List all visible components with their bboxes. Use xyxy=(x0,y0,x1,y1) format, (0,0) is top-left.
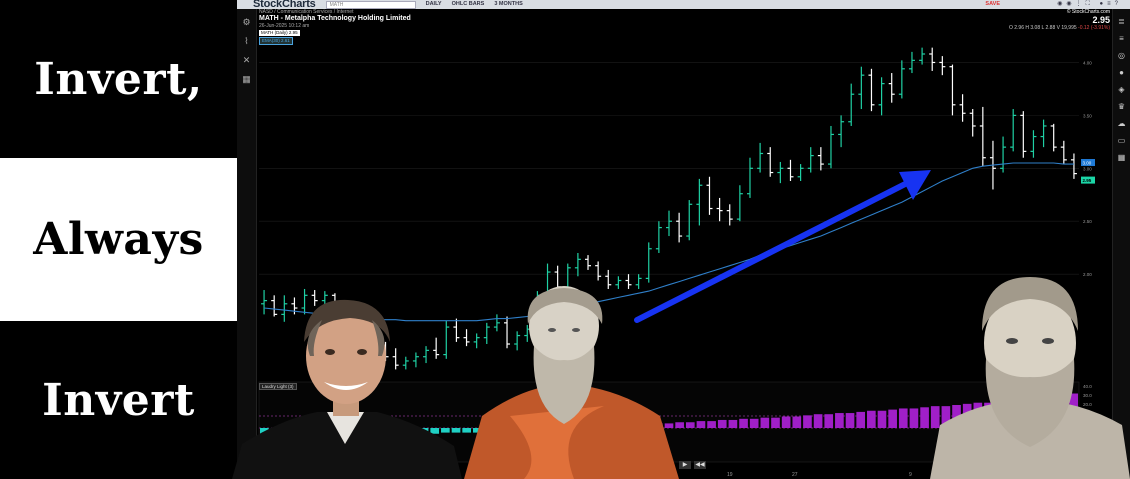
histogram-bar xyxy=(717,419,727,428)
ohlc-bar xyxy=(655,221,662,253)
ohlc-bar xyxy=(838,115,845,148)
ohlc-bar xyxy=(716,197,723,222)
price-badge-ema-label: 3.00 xyxy=(1083,161,1092,166)
ohlc-bar xyxy=(746,157,753,198)
ohlc-bar xyxy=(736,185,743,222)
skip-back-button[interactable]: ◀◀ xyxy=(694,461,706,469)
x-tick-label: 27 xyxy=(792,472,798,478)
histogram-bar xyxy=(749,418,759,428)
title-line-3-block: Invert xyxy=(0,321,237,479)
histogram-bar xyxy=(792,416,802,428)
histogram-bar xyxy=(920,407,929,428)
histogram-bar xyxy=(845,413,855,428)
title-line-2: Always xyxy=(33,214,204,265)
stoic-statue-left xyxy=(464,286,679,479)
ohlc-bar xyxy=(888,73,895,103)
histogram-bar xyxy=(835,413,844,428)
histogram-bar xyxy=(685,422,695,428)
ohlc-bar xyxy=(686,200,693,241)
chart-title: MATH - Metalpha Technology Holding Limit… xyxy=(259,15,411,22)
y-tick-label: 2.50 xyxy=(1083,219,1092,224)
ohlc-bar xyxy=(787,159,794,182)
ohlc-bar xyxy=(969,109,976,137)
histogram-bar xyxy=(803,415,812,428)
ohlc-bar xyxy=(1060,140,1067,165)
ema-legend[interactable]: EMA(30) 2.61 xyxy=(259,37,293,45)
ohlc-bar xyxy=(726,204,733,226)
quote-panel: © StockCharts.com 2.95 O 2.96 H 3.08 L 2… xyxy=(1009,9,1110,31)
histogram-bar xyxy=(728,419,738,428)
ohlc-bar xyxy=(929,47,936,71)
ohlc-bar xyxy=(1030,130,1037,158)
trend-arrow-shaft xyxy=(634,175,920,323)
ohlc-bar xyxy=(666,210,672,237)
ohlc-bar xyxy=(1070,153,1077,179)
ohlc-bar xyxy=(848,83,855,126)
ohlc-bar xyxy=(807,147,814,173)
y-tick-label: 3.00 xyxy=(1083,166,1092,171)
ohlc-bar xyxy=(827,125,834,169)
histogram-bar xyxy=(888,409,897,428)
title-line-2-block: Always xyxy=(0,158,237,321)
histogram-bar xyxy=(867,410,876,428)
histogram-bar xyxy=(824,414,834,428)
histogram-bar xyxy=(696,421,706,428)
ohlc-bar xyxy=(959,94,966,122)
histogram-bar xyxy=(771,417,780,428)
ohlc-bar xyxy=(898,60,905,99)
ohlc-bar xyxy=(1020,111,1027,158)
ohlc-bar xyxy=(797,164,804,182)
ohlc-bar xyxy=(817,147,824,171)
histogram-bar xyxy=(760,417,770,428)
ohlc-bar xyxy=(939,56,946,76)
ohlc-values: O 2.96 H 3.08 L 2.88 V 19,995 xyxy=(1008,25,1077,31)
price-badge-last-label: 2.95 xyxy=(1083,178,1092,183)
x-tick-label: 19 xyxy=(727,472,733,478)
y-tick-label: 3.50 xyxy=(1083,113,1092,118)
person-host-portrait xyxy=(232,299,462,479)
price-change: -0.12 (-3.91%) xyxy=(1078,25,1110,31)
stoic-statue-right xyxy=(930,277,1130,479)
chart-grid xyxy=(259,62,1079,275)
histogram-bar xyxy=(898,408,908,428)
chart-header: NASD / Communication Services / Internet… xyxy=(259,9,411,45)
histogram-bar xyxy=(856,411,866,428)
ohlc-bar xyxy=(767,147,774,177)
ohlc-bar xyxy=(868,68,875,112)
ohlc-bar xyxy=(979,106,986,167)
ohlc-bar xyxy=(777,161,784,184)
histogram-bar xyxy=(813,414,823,428)
histogram-bar xyxy=(781,416,791,428)
histogram-bar xyxy=(877,410,887,428)
ohlc-bar xyxy=(1040,119,1047,148)
ohlc-bar xyxy=(919,47,926,65)
play-button[interactable]: ▶ xyxy=(679,461,691,469)
ohlc-bar xyxy=(645,242,652,283)
last-price: 2.95 xyxy=(1092,15,1110,25)
ohlc-bar xyxy=(949,64,956,116)
ohlc-bar xyxy=(878,77,885,116)
ohlc-bar xyxy=(858,66,865,110)
ohlc-bar xyxy=(1050,123,1057,152)
x-tick-label: 9 xyxy=(909,472,912,478)
ohlc-bar xyxy=(696,178,703,226)
histogram-bar xyxy=(909,408,919,428)
title-line-1-block: Invert, xyxy=(0,0,237,158)
ohlc-bar xyxy=(1000,136,1007,173)
ohlc-bar xyxy=(574,252,581,277)
y-tick-label: 4.00 xyxy=(1083,60,1092,65)
histogram-bar xyxy=(707,421,716,428)
ohlc-bar xyxy=(585,255,592,270)
ohlc-bar xyxy=(595,261,602,281)
title-panel: Invert, Always Invert xyxy=(0,0,237,479)
ohlc-bar xyxy=(676,212,683,243)
title-line-1: Invert, xyxy=(34,53,203,105)
title-line-3: Invert xyxy=(42,374,195,426)
ohlc-bar xyxy=(706,176,713,215)
histogram-bar xyxy=(739,418,748,428)
